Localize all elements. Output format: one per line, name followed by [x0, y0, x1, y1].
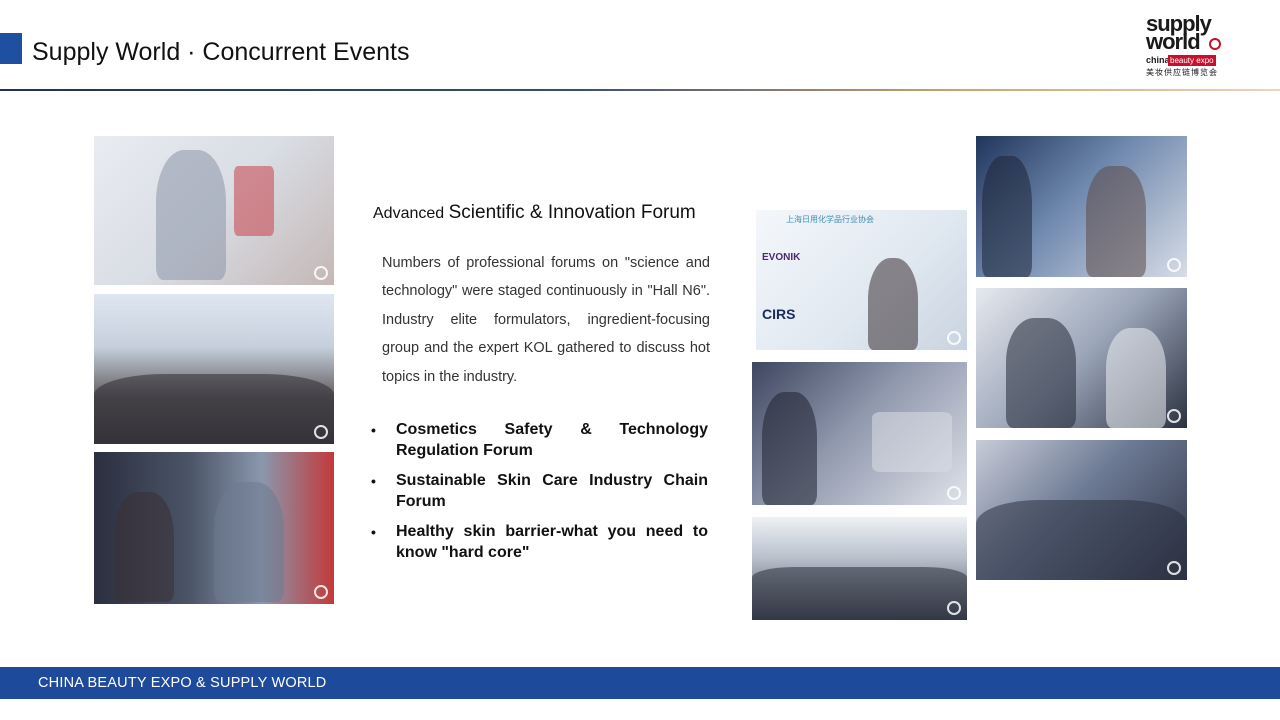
section-description: Numbers of professional forums on "scien… — [382, 255, 710, 385]
watermark-icon — [314, 425, 328, 439]
watermark-icon — [947, 486, 961, 500]
watermark-icon — [314, 266, 328, 280]
bullet-icon: • — [371, 524, 376, 540]
forum-list: • Cosmetics Safety & Technology Regulati… — [368, 420, 708, 573]
stage-slide-org: 上海日用化学品行业协会 — [786, 215, 874, 224]
page-title: Supply World · Concurrent Events — [32, 38, 410, 66]
bullet-icon: • — [371, 473, 376, 489]
footer-bar: CHINA BEAUTY EXPO & SUPPLY WORLD — [0, 667, 1280, 699]
photo-attendees-seated — [94, 452, 334, 604]
section-heading: Advanced Scientific & Innovation Forum — [373, 202, 743, 228]
watermark-icon — [947, 601, 961, 615]
photo-full-hall — [752, 517, 967, 620]
list-item: • Cosmetics Safety & Technology Regulati… — [368, 420, 708, 461]
watermark-icon — [1167, 409, 1181, 423]
title-accent-block — [0, 33, 22, 64]
forum-item-label: Sustainable Skin Care Industry Chain For… — [396, 472, 708, 510]
watermark-icon — [1167, 258, 1181, 272]
watermark-icon — [1167, 561, 1181, 575]
bullet-icon: • — [371, 422, 376, 438]
logo-beauty-expo: beauty expo — [1168, 55, 1216, 66]
photo-product-testing — [976, 288, 1187, 428]
photo-crowd-phones — [976, 440, 1187, 580]
supply-world-logo: supply world china beauty expo 美妆供应链博览会 — [1143, 13, 1223, 77]
forum-item-label: Cosmetics Safety & Technology Regulation… — [396, 421, 708, 459]
list-item: • Healthy skin barrier-what you need to … — [368, 522, 708, 563]
watermark-icon — [947, 331, 961, 345]
forum-item-label: Healthy skin barrier-what you need to kn… — [396, 523, 708, 561]
watermark-icon — [314, 585, 328, 599]
stage-slide-brand-evonik: EVONIK — [762, 252, 801, 263]
photo-speaker-on-stage: 上海日用化学品行业协会 EVONIK CIRS — [756, 210, 967, 350]
section-heading-prefix: Advanced — [373, 205, 445, 222]
stage-slide-brand-cirs: CIRS — [762, 306, 796, 322]
photo-speaker-presenting — [94, 136, 334, 285]
list-item: • Sustainable Skin Care Industry Chain F… — [368, 471, 708, 512]
photo-booth-visitors — [752, 362, 967, 505]
logo-chinese-name: 美妆供应链博览会 — [1146, 68, 1218, 77]
logo-emblem-icon — [1209, 38, 1221, 50]
section-heading-main: Scientific & Innovation Forum — [448, 202, 696, 223]
photo-audience-masks — [976, 136, 1187, 277]
logo-china: china — [1146, 55, 1170, 65]
photo-forum-audience — [94, 294, 334, 444]
footer-text: CHINA BEAUTY EXPO & SUPPLY WORLD — [38, 675, 327, 691]
title-divider — [0, 89, 1280, 91]
logo-word-world: world — [1146, 29, 1201, 54]
